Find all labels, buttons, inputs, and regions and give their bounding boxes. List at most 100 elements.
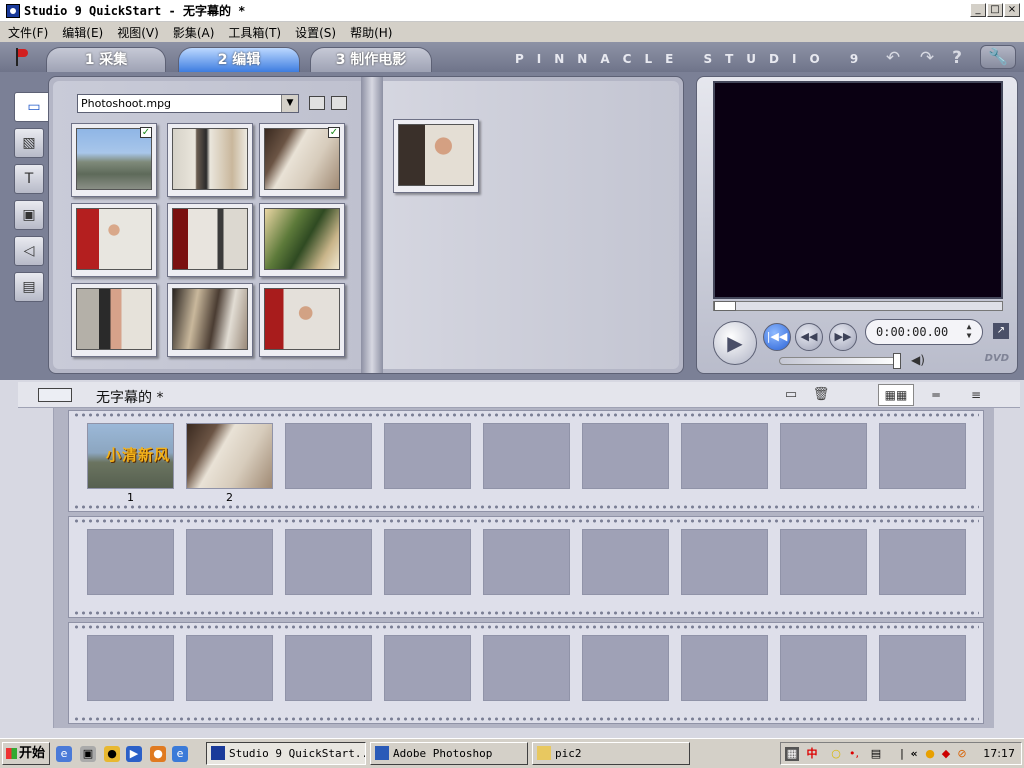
firefox-icon[interactable]: ● bbox=[150, 746, 166, 762]
scrubber[interactable] bbox=[713, 301, 1003, 311]
storyboard-clip[interactable]: 小清新风 bbox=[87, 423, 174, 489]
antivirus-icon[interactable]: ⊘ bbox=[955, 747, 969, 761]
play-icon[interactable]: ▶ bbox=[713, 321, 757, 365]
minimize-button[interactable]: _ bbox=[970, 3, 986, 17]
timecode-field[interactable]: 0:00:00.00 ▲ ▼ bbox=[865, 319, 983, 345]
storyboard-empty-slot[interactable] bbox=[483, 529, 570, 595]
volume-slider[interactable] bbox=[779, 357, 899, 365]
redo-icon[interactable]: ↷ bbox=[918, 50, 936, 67]
menu-settings[interactable]: 设置(S) bbox=[295, 24, 336, 41]
storyboard-empty-slot[interactable] bbox=[582, 635, 669, 701]
storyboard-empty-slot[interactable] bbox=[384, 423, 471, 489]
sound-effects-icon[interactable]: ◁ bbox=[14, 236, 44, 266]
file-select[interactable]: Photoshoot.mpg ▼ bbox=[77, 94, 299, 113]
storyboard-clip[interactable] bbox=[186, 423, 273, 489]
menu-edit[interactable]: 编辑(E) bbox=[62, 24, 103, 41]
storyboard-empty-slot[interactable] bbox=[285, 635, 372, 701]
storyboard-empty-slot[interactable] bbox=[186, 529, 273, 595]
timecode-spinner-icon[interactable]: ▲ ▼ bbox=[960, 322, 978, 342]
task-pic2[interactable]: pic2 bbox=[532, 742, 690, 765]
media-player-icon[interactable]: ▶ bbox=[126, 746, 142, 762]
scene-thumbnail[interactable] bbox=[71, 203, 157, 277]
undo-icon[interactable]: ↶ bbox=[884, 50, 902, 67]
fullwidth-icon[interactable]: ○ bbox=[829, 747, 843, 761]
qq-icon[interactable]: ● bbox=[104, 746, 120, 762]
storyboard-empty-slot[interactable] bbox=[681, 423, 768, 489]
help-icon[interactable]: ? bbox=[948, 50, 966, 67]
storyboard-empty-slot[interactable] bbox=[879, 529, 966, 595]
chevron-left-icon[interactable]: « bbox=[907, 747, 921, 761]
shield-icon[interactable]: ◆ bbox=[939, 747, 953, 761]
volume-handle[interactable] bbox=[893, 353, 901, 369]
scene-thumbnail[interactable] bbox=[167, 283, 253, 357]
storyboard-empty-slot[interactable] bbox=[681, 529, 768, 595]
desktop-icon[interactable]: ▣ bbox=[80, 746, 96, 762]
transitions-icon[interactable]: ▧ bbox=[14, 128, 44, 158]
album-right-page bbox=[383, 81, 679, 369]
storyboard-empty-slot[interactable] bbox=[483, 423, 570, 489]
scene-thumbnail[interactable] bbox=[167, 203, 253, 277]
rewind-icon[interactable]: ◀◀ bbox=[795, 323, 823, 351]
storyboard-empty-slot[interactable] bbox=[780, 635, 867, 701]
storyboard-empty-slot[interactable] bbox=[879, 423, 966, 489]
menu-view[interactable]: 视图(V) bbox=[117, 24, 159, 41]
storyboard-empty-slot[interactable] bbox=[582, 423, 669, 489]
storyboard-empty-slot[interactable] bbox=[582, 529, 669, 595]
storyboard-empty-slot[interactable] bbox=[285, 423, 372, 489]
scene-thumbnail[interactable]: ✓ bbox=[259, 123, 345, 197]
scene-thumbnail[interactable] bbox=[71, 283, 157, 357]
go-to-start-icon[interactable]: |◀◀ bbox=[763, 323, 791, 351]
scene-thumbnail[interactable] bbox=[259, 203, 345, 277]
ie-icon[interactable]: e bbox=[56, 746, 72, 762]
storyboard-empty-slot[interactable] bbox=[879, 635, 966, 701]
split-clip-icon[interactable]: ▭ bbox=[782, 387, 800, 403]
scene-thumbnail[interactable] bbox=[259, 283, 345, 357]
browser-icon[interactable]: e bbox=[172, 746, 188, 762]
task-photoshop[interactable]: Adobe Photoshop bbox=[370, 742, 528, 765]
storyboard-empty-slot[interactable] bbox=[87, 529, 174, 595]
text-view-button[interactable]: ≡ bbox=[958, 384, 994, 406]
scene-thumbnail[interactable] bbox=[393, 119, 479, 193]
maximize-button[interactable]: □ bbox=[987, 3, 1003, 17]
close-button[interactable]: × bbox=[1004, 3, 1020, 17]
chevron-down-icon[interactable]: ▼ bbox=[281, 95, 298, 112]
folder-icon[interactable] bbox=[331, 96, 347, 110]
storyboard-view-button[interactable]: ▦▦ bbox=[878, 384, 914, 406]
tab-capture[interactable]: 1 采集 bbox=[46, 47, 166, 72]
trash-icon[interactable]: 🗑 bbox=[812, 387, 830, 403]
menu-help[interactable]: 帮助(H) bbox=[350, 24, 392, 41]
storyboard-empty-slot[interactable] bbox=[681, 635, 768, 701]
keyboard-icon[interactable]: ▦ bbox=[785, 747, 799, 761]
soft-keyboard-icon[interactable]: ▤ bbox=[869, 747, 883, 761]
still-images-icon[interactable]: ▣ bbox=[14, 200, 44, 230]
storyboard-empty-slot[interactable] bbox=[780, 529, 867, 595]
storyboard-empty-slot[interactable] bbox=[285, 529, 372, 595]
task-studio[interactable]: Studio 9 QuickStart... bbox=[206, 742, 366, 765]
timeline-view-button[interactable]: ═ bbox=[918, 384, 954, 406]
wrench-icon[interactable]: 🔧 bbox=[980, 45, 1016, 69]
tab-make-movie[interactable]: 3 制作电影 bbox=[310, 47, 432, 72]
storyboard-empty-slot[interactable] bbox=[384, 635, 471, 701]
titles-icon[interactable]: T bbox=[14, 164, 44, 194]
tab-edit[interactable]: 2 编辑 bbox=[178, 47, 300, 72]
start-button[interactable]: 开始 bbox=[2, 742, 50, 765]
menu-file[interactable]: 文件(F) bbox=[8, 24, 48, 41]
fast-forward-icon[interactable]: ▶▶ bbox=[829, 323, 857, 351]
ime-indicator[interactable]: 中 bbox=[805, 747, 819, 761]
storyboard-empty-slot[interactable] bbox=[483, 635, 570, 701]
scene-thumbnail[interactable] bbox=[167, 123, 253, 197]
storyboard-empty-slot[interactable] bbox=[186, 635, 273, 701]
menus-icon[interactable]: ▤ bbox=[14, 272, 44, 302]
scrubber-handle[interactable] bbox=[714, 301, 736, 311]
expand-icon[interactable]: ↗ bbox=[993, 323, 1009, 339]
storyboard-empty-slot[interactable] bbox=[780, 423, 867, 489]
scene-thumbnail[interactable]: ✓ bbox=[71, 123, 157, 197]
storyboard-empty-slot[interactable] bbox=[87, 635, 174, 701]
punctuation-icon[interactable]: •, bbox=[847, 747, 861, 761]
menu-album[interactable]: 影集(A) bbox=[173, 24, 215, 41]
storyboard-empty-slot[interactable] bbox=[384, 529, 471, 595]
menu-toolbox[interactable]: 工具箱(T) bbox=[228, 24, 281, 41]
folder-up-icon[interactable] bbox=[309, 96, 325, 110]
qq-tray-icon[interactable]: ● bbox=[923, 747, 937, 761]
flag-icon[interactable] bbox=[14, 48, 30, 66]
